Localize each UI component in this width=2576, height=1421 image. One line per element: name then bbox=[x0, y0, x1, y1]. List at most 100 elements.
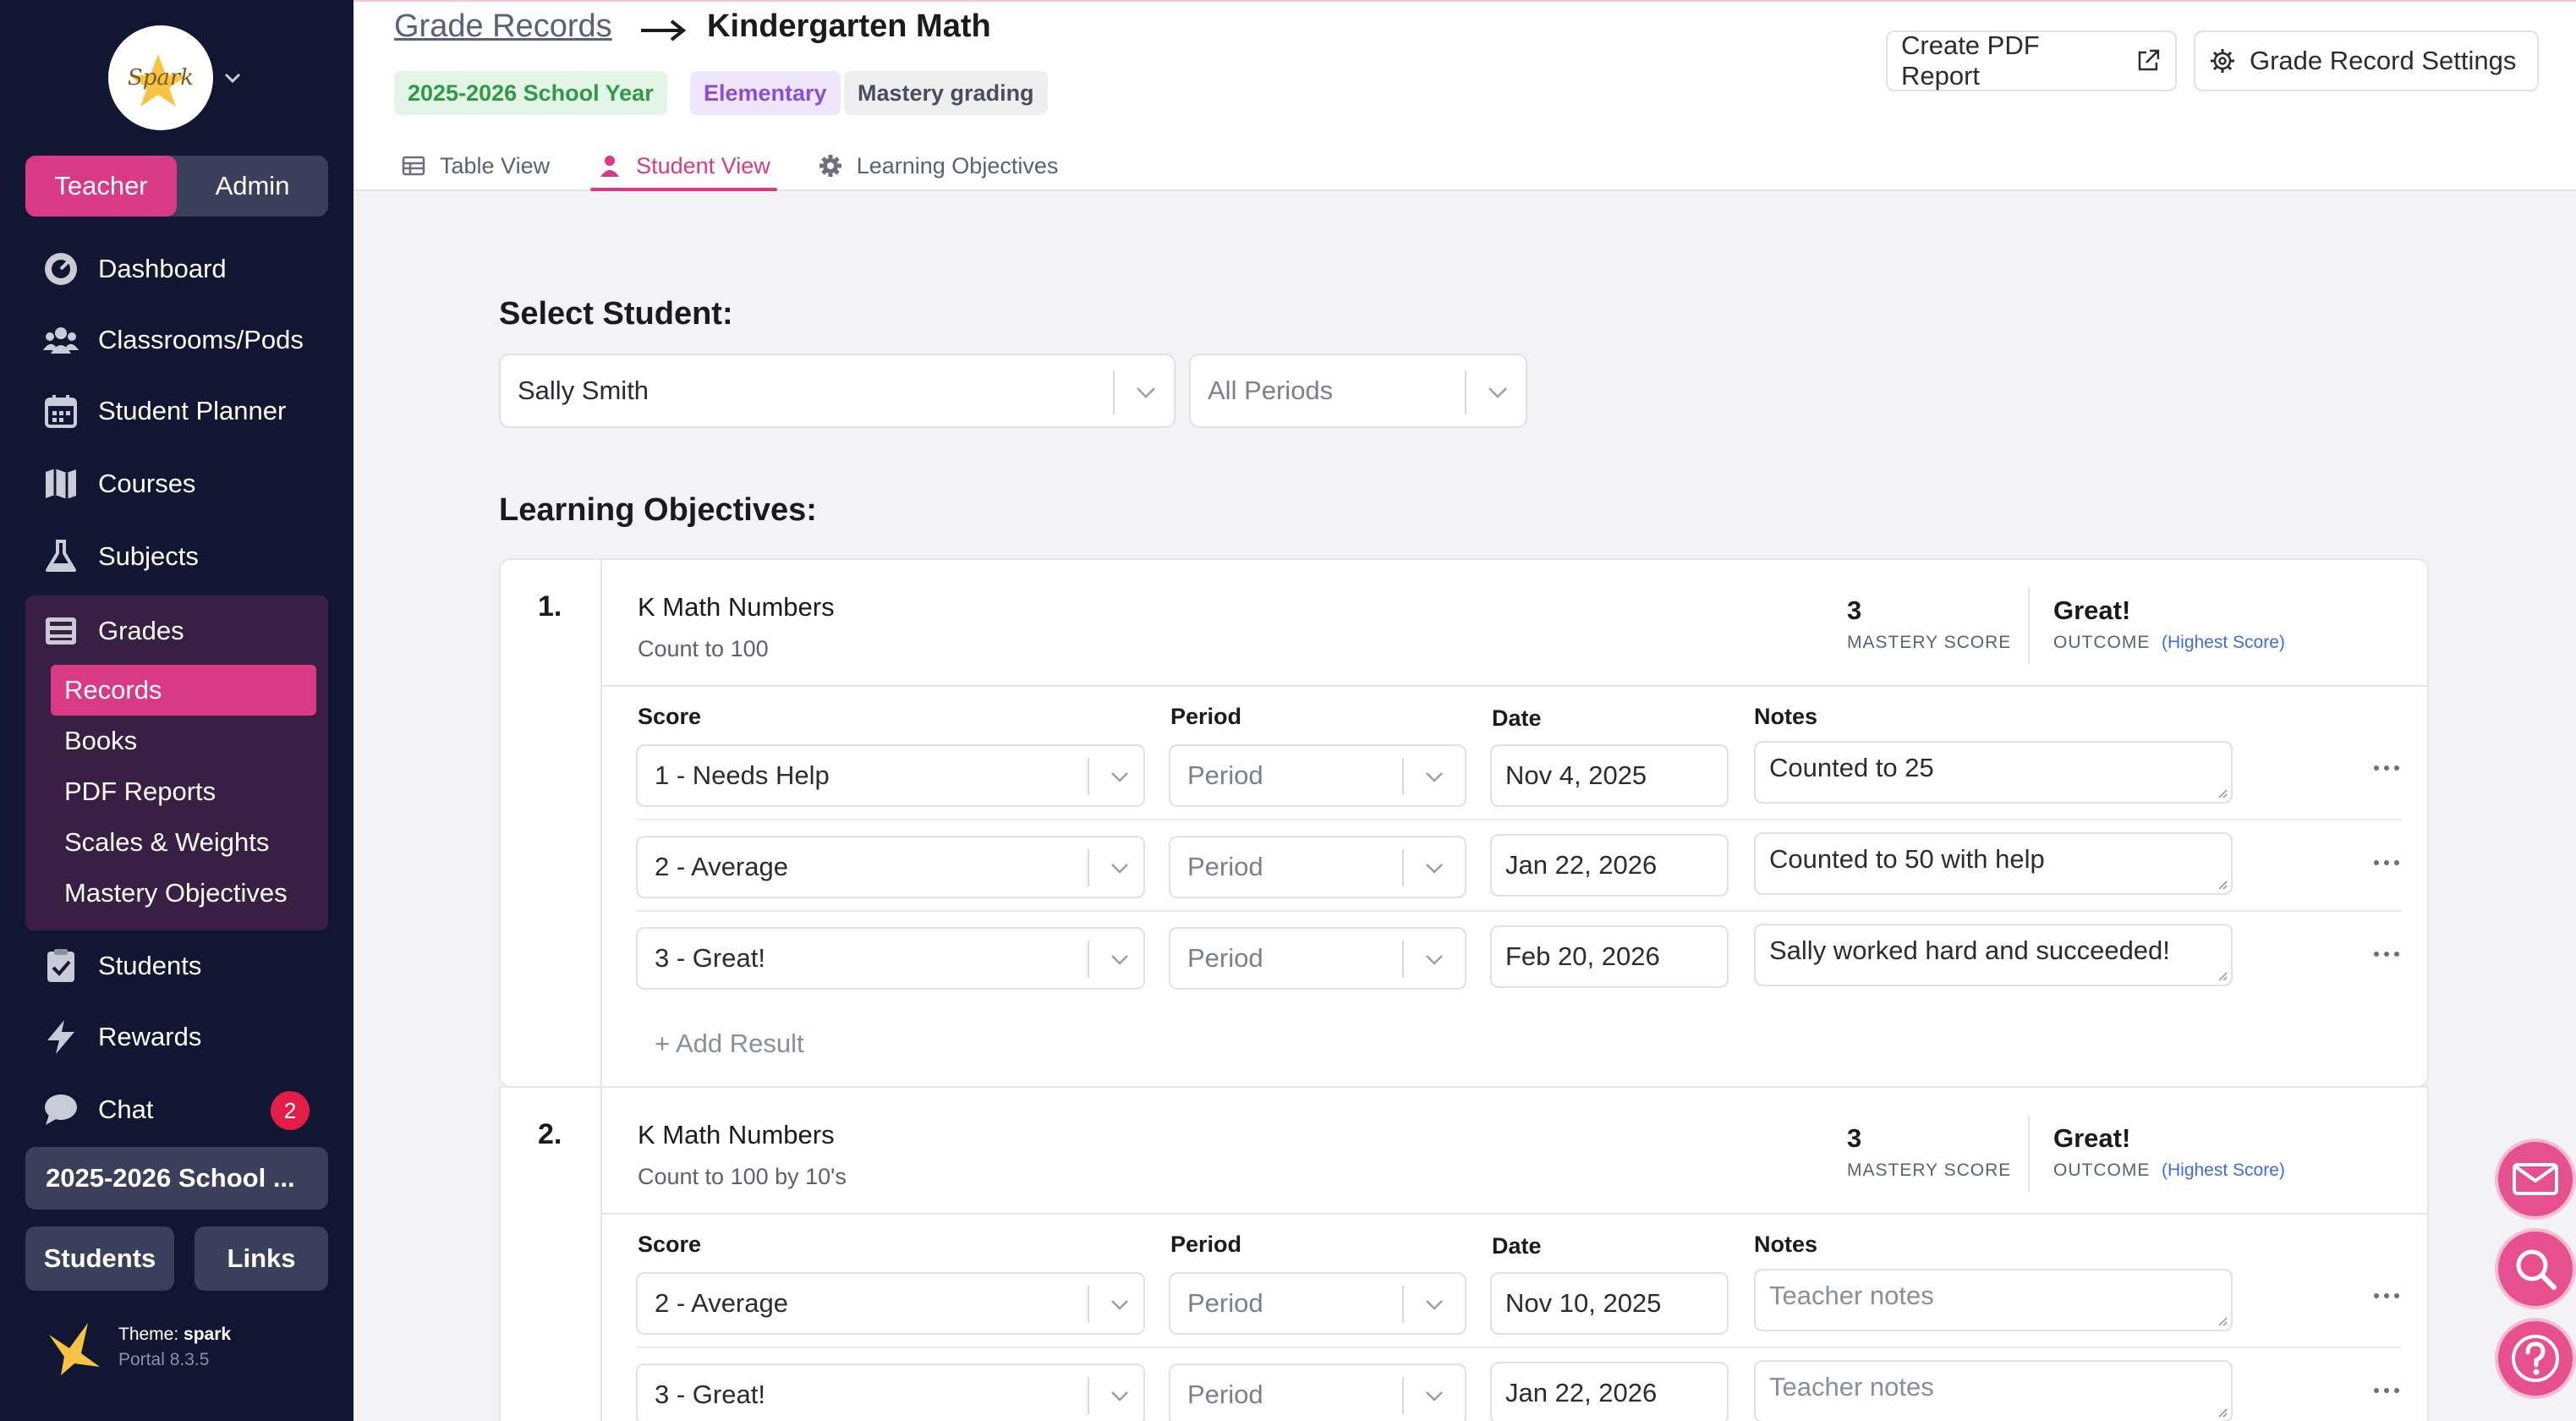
resize-grip-icon bbox=[2218, 881, 2228, 890]
page-header: Grade Records Kindergarten Math 2025-202… bbox=[354, 0, 2576, 191]
more-options-icon[interactable] bbox=[2371, 858, 2402, 868]
page-title: Kindergarten Math bbox=[707, 8, 991, 44]
select-separator bbox=[1113, 370, 1115, 414]
nav-label: Rewards bbox=[98, 1022, 202, 1051]
nav-courses[interactable]: Courses bbox=[42, 458, 195, 509]
period-column-label: Period bbox=[1170, 1232, 1242, 1257]
more-options-icon[interactable] bbox=[2371, 1385, 2402, 1396]
nav-rewards[interactable]: Rewards bbox=[42, 1012, 201, 1062]
period-select[interactable]: All Periods bbox=[1189, 354, 1527, 428]
period-select[interactable]: Period bbox=[1169, 744, 1466, 807]
tab-learning-objectives[interactable]: Learning Objectives bbox=[811, 140, 1066, 191]
outcome-label: OUTCOME (Highest Score) bbox=[2053, 1160, 2285, 1181]
score-select[interactable]: 3 - Great! bbox=[636, 1363, 1145, 1421]
select-student-title: Select Student: bbox=[499, 296, 733, 332]
lightning-icon bbox=[42, 1018, 79, 1056]
nav-subjects[interactable]: Subjects bbox=[42, 531, 199, 582]
breadcrumb-grade-records[interactable]: Grade Records bbox=[394, 8, 612, 45]
select-separator bbox=[1402, 1286, 1404, 1323]
nav-grades[interactable]: Grades bbox=[42, 606, 184, 656]
date-input[interactable]: Feb 20, 2026 bbox=[1490, 925, 1729, 988]
tab-label: Learning Objectives bbox=[856, 152, 1059, 178]
nav-label: Grades bbox=[98, 616, 184, 645]
nav-dashboard[interactable]: Dashboard bbox=[42, 244, 227, 294]
period-select[interactable]: Period bbox=[1169, 1363, 1466, 1421]
score-divider bbox=[2028, 587, 2030, 665]
score-value: 3 - Great! bbox=[655, 1380, 765, 1409]
chevron-down-icon[interactable] bbox=[223, 71, 242, 85]
nav-label: Students bbox=[98, 951, 202, 980]
more-options-icon[interactable] bbox=[2371, 763, 2402, 773]
notes-textarea[interactable]: Counted to 25 bbox=[1754, 741, 2233, 804]
mastery-score-value: 3 bbox=[1847, 595, 1862, 625]
date-input[interactable]: Nov 4, 2025 bbox=[1490, 744, 1729, 807]
more-options-icon[interactable] bbox=[2371, 949, 2402, 959]
student-select[interactable]: Sally Smith bbox=[499, 354, 1176, 428]
nav-label: Dashboard bbox=[98, 254, 227, 283]
notes-textarea[interactable]: Teacher notes bbox=[1754, 1360, 2233, 1421]
tag-school-year: 2025-2026 School Year bbox=[394, 71, 667, 115]
period-value: Period bbox=[1187, 1380, 1263, 1409]
nav-students[interactable]: Students bbox=[42, 941, 201, 991]
more-options-icon[interactable] bbox=[2371, 1291, 2402, 1301]
select-separator bbox=[1088, 941, 1089, 978]
tag-grading-type: Mastery grading bbox=[844, 71, 1048, 115]
date-input[interactable]: Nov 10, 2025 bbox=[1490, 1272, 1729, 1335]
person-icon bbox=[600, 156, 620, 177]
notes-value: Sally worked hard and succeeded! bbox=[1769, 935, 2170, 965]
period-value: Period bbox=[1187, 1288, 1263, 1318]
tab-student-view[interactable]: Student View bbox=[590, 140, 777, 191]
select-separator bbox=[1088, 1377, 1089, 1414]
sub-books[interactable]: Books bbox=[51, 716, 316, 766]
period-select[interactable]: Period bbox=[1169, 1272, 1466, 1335]
theme-name: spark bbox=[184, 1325, 232, 1344]
role-teacher-button[interactable]: Teacher bbox=[25, 156, 177, 217]
students-button[interactable]: Students bbox=[25, 1226, 174, 1291]
sub-pdf-reports[interactable]: PDF Reports bbox=[51, 766, 316, 817]
select-separator bbox=[1088, 849, 1089, 886]
sub-scales-weights[interactable]: Scales & Weights bbox=[51, 817, 316, 868]
flask-icon bbox=[42, 538, 79, 575]
date-input[interactable]: Jan 22, 2026 bbox=[1490, 1362, 1729, 1421]
tab-label: Student View bbox=[636, 152, 770, 178]
add-result-button[interactable]: + Add Result bbox=[655, 1029, 804, 1059]
period-select[interactable]: Period bbox=[1169, 927, 1466, 990]
score-column-label: Score bbox=[638, 704, 702, 729]
grade-record-settings-button[interactable]: Grade Record Settings bbox=[2194, 30, 2539, 91]
nav-classrooms[interactable]: Classrooms/Pods bbox=[42, 315, 304, 365]
student-select-value: Sally Smith bbox=[518, 376, 649, 405]
period-select[interactable]: Period bbox=[1169, 836, 1466, 898]
score-select[interactable]: 1 - Needs Help bbox=[636, 744, 1145, 807]
role-admin-button[interactable]: Admin bbox=[177, 156, 328, 217]
brand-logo[interactable]: Spark bbox=[108, 25, 213, 130]
score-select[interactable]: 2 - Average bbox=[636, 1272, 1145, 1335]
score-select[interactable]: 3 - Great! bbox=[636, 927, 1145, 990]
notes-textarea[interactable]: Teacher notes bbox=[1754, 1269, 2233, 1331]
help-float-button[interactable] bbox=[2495, 1318, 2576, 1399]
sub-mastery-objectives[interactable]: Mastery Objectives bbox=[51, 868, 316, 919]
tab-table-view[interactable]: Table View bbox=[394, 140, 556, 191]
school-year-selector[interactable]: 2025-2026 School ... bbox=[25, 1147, 328, 1210]
search-float-button[interactable] bbox=[2495, 1228, 2576, 1309]
nav-student-planner[interactable]: Student Planner bbox=[42, 386, 286, 436]
nav-chat[interactable]: Chat bbox=[42, 1084, 153, 1135]
nav-label: Courses bbox=[98, 469, 196, 498]
table-icon bbox=[402, 156, 425, 176]
create-pdf-report-button[interactable]: Create PDF Report bbox=[1886, 30, 2177, 91]
notes-textarea[interactable]: Counted to 50 with help bbox=[1754, 832, 2233, 895]
highest-score-note: (Highest Score) bbox=[2162, 633, 2285, 652]
notes-column-label: Notes bbox=[1754, 704, 1818, 729]
chevron-down-icon bbox=[1111, 1300, 1128, 1310]
score-select[interactable]: 2 - Average bbox=[636, 836, 1145, 898]
score-value: 1 - Needs Help bbox=[655, 760, 830, 790]
links-button[interactable]: Links bbox=[195, 1226, 328, 1291]
notes-textarea[interactable]: Sally worked hard and succeeded! bbox=[1754, 924, 2233, 986]
clipboard-check-icon bbox=[42, 947, 79, 985]
email-float-button[interactable] bbox=[2495, 1138, 2576, 1220]
period-column-label: Period bbox=[1170, 704, 1242, 729]
chevron-down-icon bbox=[1426, 772, 1443, 782]
question-circle-icon bbox=[2512, 1335, 2559, 1382]
sub-records[interactable]: Records bbox=[51, 665, 316, 716]
date-input[interactable]: Jan 22, 2026 bbox=[1490, 834, 1729, 897]
outcome-label-text: OUTCOME bbox=[2053, 1160, 2151, 1180]
